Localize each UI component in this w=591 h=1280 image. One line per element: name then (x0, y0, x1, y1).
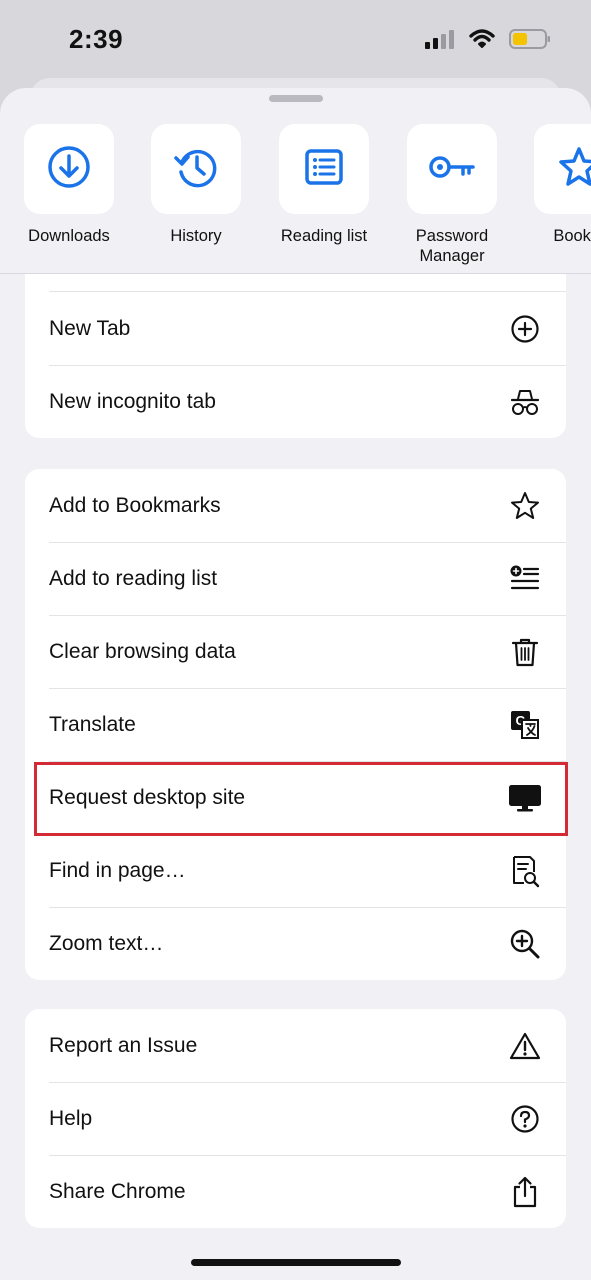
shortcut-tile (24, 124, 114, 214)
warning-icon (508, 1029, 542, 1063)
scrolled-row-edge (49, 274, 566, 292)
menu-item-add-to-bookmarks[interactable]: Add to Bookmarks (25, 469, 566, 542)
menu-item-report-an-issue[interactable]: Report an Issue (25, 1009, 566, 1082)
signal-icon (425, 29, 455, 54)
tabs-menu-card: New Tab New incognito tab (25, 274, 566, 438)
shortcut-reading-list[interactable]: Reading list (259, 124, 389, 246)
shortcut-tile (279, 124, 369, 214)
download-icon (46, 144, 92, 195)
menu-item-label: Add to reading list (49, 566, 218, 590)
home-indicator[interactable] (191, 1259, 401, 1266)
sheet-grabber[interactable] (269, 95, 323, 102)
menu-item-label: Report an Issue (49, 1033, 198, 1057)
menu-item-label: New incognito tab (49, 389, 216, 413)
shortcut-bookmarks[interactable]: Bookm (514, 124, 591, 246)
history-icon (173, 144, 219, 195)
find-in-page-icon (508, 854, 542, 888)
page-actions-card: Add to Bookmarks Add to reading list Cle… (25, 469, 566, 980)
menu-sheet: Downloads History Reading list Password … (0, 88, 591, 1280)
shortcut-label: Reading list (280, 227, 368, 245)
menu-item-find-in-page[interactable]: Find in page… (25, 834, 566, 907)
shortcut-label: Password Manager (415, 227, 489, 265)
shortcut-tile (407, 124, 497, 214)
menu-item-label: Zoom text… (49, 931, 164, 955)
menu-item-label: Add to Bookmarks (49, 493, 221, 517)
shortcut-password-manager[interactable]: Password Manager (387, 124, 517, 266)
help-icon (508, 1102, 542, 1136)
menu-item-label: Find in page… (49, 858, 186, 882)
zoom-in-icon (508, 927, 542, 961)
star-icon (556, 144, 591, 195)
menu-item-add-to-reading-list[interactable]: Add to reading list (25, 542, 566, 615)
plus-circle-icon (508, 312, 542, 346)
menu-item-translate[interactable]: Translate G (25, 688, 566, 761)
status-bar: 2:39 (0, 0, 591, 80)
menu-item-new-tab[interactable]: New Tab (25, 292, 566, 365)
other-actions-card: Report an Issue Help Share Chrome (25, 1009, 566, 1228)
status-icons (425, 28, 551, 55)
reading-list-icon (301, 144, 347, 195)
wifi-icon (469, 29, 495, 54)
menu-item-label: Request desktop site (49, 785, 246, 809)
share-icon (508, 1175, 542, 1209)
menu-item-label: Translate (49, 712, 136, 736)
menu-item-label: New Tab (49, 316, 131, 340)
status-time: 2:39 (69, 24, 124, 54)
menu-item-label: Help (49, 1106, 93, 1130)
battery-icon (509, 28, 551, 55)
shortcut-label: History (170, 227, 222, 245)
add-list-icon (508, 562, 542, 596)
shortcut-label: Bookm (553, 227, 591, 245)
shortcuts-row: Downloads History Reading list Password … (0, 124, 591, 274)
menu-item-request-desktop-site[interactable]: Request desktop site (25, 761, 566, 834)
menu-item-clear-browsing-data[interactable]: Clear browsing data (25, 615, 566, 688)
menu-item-help[interactable]: Help (25, 1082, 566, 1155)
menu-item-label: Share Chrome (49, 1179, 186, 1203)
menu-item-share-chrome[interactable]: Share Chrome (25, 1155, 566, 1228)
star-outline-icon (508, 489, 542, 523)
shortcut-tile (534, 124, 591, 214)
menu-item-new-incognito-tab[interactable]: New incognito tab (25, 365, 566, 438)
menu-item-label: Clear browsing data (49, 639, 236, 663)
shortcut-downloads[interactable]: Downloads (4, 124, 134, 246)
shortcut-history[interactable]: History (131, 124, 261, 246)
incognito-icon (508, 385, 542, 419)
menu-item-zoom-text[interactable]: Zoom text… (25, 907, 566, 980)
trash-icon (508, 635, 542, 669)
key-icon (427, 144, 477, 195)
shortcut-label: Downloads (28, 227, 110, 245)
translate-icon: G (508, 708, 542, 742)
desktop-icon (508, 781, 542, 815)
shortcut-tile (151, 124, 241, 214)
